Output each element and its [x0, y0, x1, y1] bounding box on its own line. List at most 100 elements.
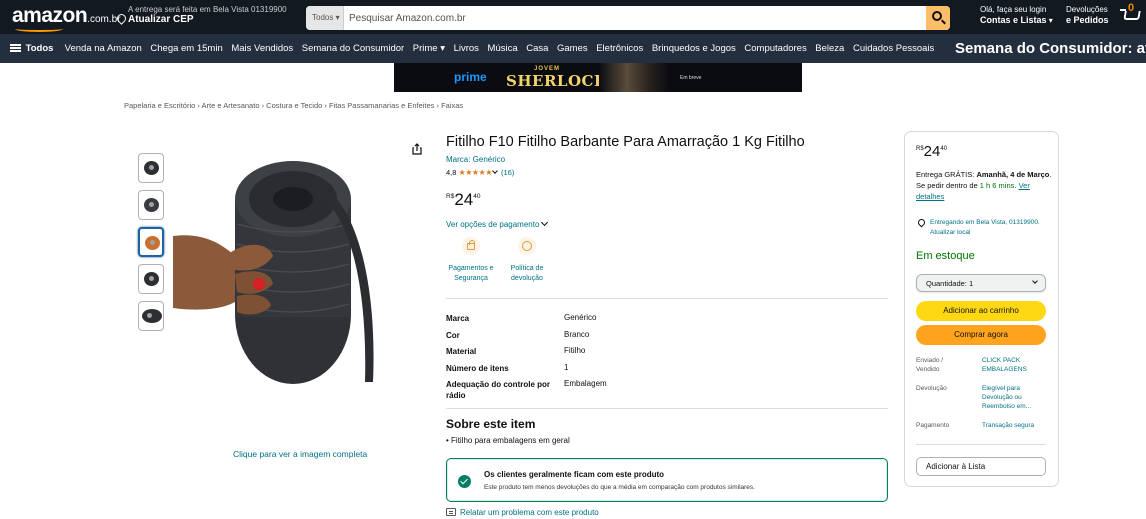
- info-key: Pagamento: [916, 422, 950, 429]
- info-key: Enviado / Vendido: [916, 357, 944, 373]
- payment-options-label: Ver opções de pagamento: [446, 220, 540, 229]
- report-problem-link[interactable]: Relatar um problema com este produto: [446, 508, 599, 517]
- badge-title: Os clientes geralmente ficam com este pr…: [484, 470, 665, 479]
- all-menu-button[interactable]: Todos: [10, 43, 53, 54]
- breadcrumb[interactable]: Papelaria e Escritório › Arte e Artesana…: [124, 101, 463, 110]
- about-bullet: • Fitilho para embalagens em geral: [446, 436, 570, 445]
- add-to-list-button[interactable]: Adicionar à Lista: [916, 457, 1046, 476]
- rating-summary[interactable]: 4,8 ★★★★★ (16): [446, 168, 514, 177]
- spec-key: Número de itens: [446, 363, 509, 373]
- subnav-item[interactable]: Prime ▾: [413, 43, 445, 54]
- subnav-item[interactable]: Mais Vendidos: [231, 43, 293, 54]
- amazon-logo[interactable]: amazon.com.br: [12, 4, 121, 32]
- stock-status: Em estoque: [916, 250, 975, 262]
- spec-key: Cor: [446, 330, 460, 340]
- subnav-item[interactable]: Games: [557, 43, 588, 54]
- subnav-item[interactable]: Beleza: [815, 43, 844, 54]
- spec-value: Embalagem: [564, 379, 607, 388]
- delivery-prefix: Entrega GRÁTIS:: [916, 170, 977, 179]
- seller-link[interactable]: CLICK PACK EMBALAGENS: [982, 356, 1048, 374]
- buy-now-button[interactable]: Comprar agora: [916, 325, 1046, 345]
- feature-return-policy[interactable]: Política de devolução: [502, 237, 552, 284]
- secure-transaction-link[interactable]: Transação segura: [982, 421, 1048, 430]
- spec-value: Fitilho: [564, 346, 586, 355]
- report-label: Relatar um problema com este produto: [460, 508, 599, 517]
- price-whole: 24: [923, 143, 941, 160]
- chevron-down-icon: [492, 168, 498, 174]
- product-title: Fitilho F10 Fitilho Barbante Para Amarra…: [446, 134, 805, 150]
- roll-thumb-image: [144, 161, 159, 175]
- subnav-item[interactable]: Venda na Amazon: [65, 43, 142, 54]
- subnav-item[interactable]: Música: [488, 43, 518, 54]
- account-label: Contas e Listas: [980, 15, 1047, 25]
- location-pin-icon: [115, 12, 128, 25]
- cart-button[interactable]: 0: [1120, 2, 1146, 28]
- search-category-label: Todos: [312, 13, 334, 22]
- spec-value: Genérico: [564, 313, 597, 322]
- quantity-select[interactable]: Quantidade: 1: [916, 274, 1046, 292]
- promo-banner[interactable]: prime JOVEM SHERLOCK Em breve: [394, 63, 802, 92]
- brand-link[interactable]: Marca: Genérico: [446, 155, 505, 164]
- chevron-down-icon: [541, 218, 549, 227]
- return-eligibility-link[interactable]: Elegível para Devolução ou Reembolso em.…: [982, 384, 1048, 411]
- subnav-item[interactable]: Semana do Consumidor: [302, 43, 404, 54]
- banner-title: SHERLOCK: [506, 72, 608, 90]
- add-to-cart-button[interactable]: Adicionar ao carrinho: [916, 301, 1046, 321]
- account-lists[interactable]: Olá, faça seu login Contas e Listas ▾: [980, 5, 1053, 26]
- payment-options-link[interactable]: Ver opções de pagamento: [446, 218, 549, 229]
- subnav-item[interactable]: Livros: [454, 43, 479, 54]
- search-input[interactable]: [346, 6, 926, 30]
- product-main-image[interactable]: [173, 144, 413, 404]
- review-count[interactable]: (16): [501, 168, 514, 177]
- secondary-nav: Todos Venda na Amazon Chega em 15min Mais …: [0, 34, 1146, 63]
- thumbnail-5[interactable]: [138, 301, 164, 331]
- spec-value: Branco: [564, 329, 590, 339]
- feature-icon-bg: [518, 237, 536, 255]
- badge-description: Este produto tem menos devoluções do que…: [484, 484, 755, 491]
- promo-text[interactable]: Semana do Consumidor: até 8: [955, 40, 1146, 57]
- about-bullet-text: Fitilho para embalagens em geral: [451, 436, 570, 445]
- delivery-countdown: 1 h 6 mins: [979, 181, 1015, 190]
- subnav-item[interactable]: Eletrônicos: [596, 43, 643, 54]
- search-button[interactable]: [926, 6, 950, 30]
- subnav-item[interactable]: Brinquedos e Jogos: [652, 43, 736, 54]
- all-menu-label: Todos: [25, 43, 54, 54]
- hamburger-icon: [10, 44, 21, 52]
- rating-value: 4,8: [446, 168, 457, 177]
- returns-line1: Devoluções: [1066, 5, 1108, 14]
- hand-thumb-image: [145, 236, 160, 250]
- view-full-image-link[interactable]: Clique para ver a imagem completa: [233, 449, 367, 459]
- thumbnail-4[interactable]: [138, 264, 164, 294]
- subnav-item[interactable]: Cuidados Pessoais: [853, 43, 934, 54]
- price-fraction: 40: [940, 146, 948, 152]
- return-box-icon: [522, 241, 532, 251]
- thumbnail-1[interactable]: [138, 153, 164, 183]
- subnav-item[interactable]: Computadores: [744, 43, 806, 54]
- share-icon[interactable]: [412, 143, 422, 155]
- product-price: R$2440: [446, 190, 480, 210]
- spec-key: Material: [446, 347, 477, 356]
- subnav-item[interactable]: Casa: [526, 43, 548, 54]
- roll-thumb-image: [144, 272, 159, 286]
- report-icon: [446, 508, 456, 516]
- price-currency: R$: [916, 146, 924, 152]
- deliver-line2: Atualizar CEP: [115, 12, 287, 25]
- price-fraction: 40: [473, 193, 481, 200]
- logo-smile-icon: [15, 26, 63, 32]
- banner-cta: Em breve: [680, 75, 702, 81]
- spec-key: Marca: [446, 314, 470, 323]
- thumbnail-strip: [138, 153, 164, 338]
- check-icon: [458, 475, 471, 488]
- delivery-location[interactable]: Entregando em Bela Vista, 01319900. Atua…: [916, 217, 1056, 238]
- buy-box: R$2440 Entrega GRÁTIS: Amanhã, 4 de Març…: [904, 131, 1059, 487]
- feature-icon-bg: [462, 237, 480, 255]
- thumbnail-2[interactable]: [138, 190, 164, 220]
- search-category-select[interactable]: Todos ▾: [306, 6, 344, 30]
- deliver-to[interactable]: A entrega será feita em Bela Vista 01319…: [115, 5, 287, 25]
- subnav-item[interactable]: Chega em 15min: [150, 43, 222, 54]
- feature-payments-security[interactable]: Pagamentos e Segurança: [446, 237, 496, 284]
- returns-orders[interactable]: Devoluções e Pedidos: [1066, 5, 1109, 26]
- delivery-info: Entrega GRÁTIS: Amanhã, 4 de Março. Se p…: [916, 169, 1054, 202]
- prime-logo: prime: [454, 70, 487, 84]
- thumbnail-3-selected[interactable]: [138, 227, 164, 257]
